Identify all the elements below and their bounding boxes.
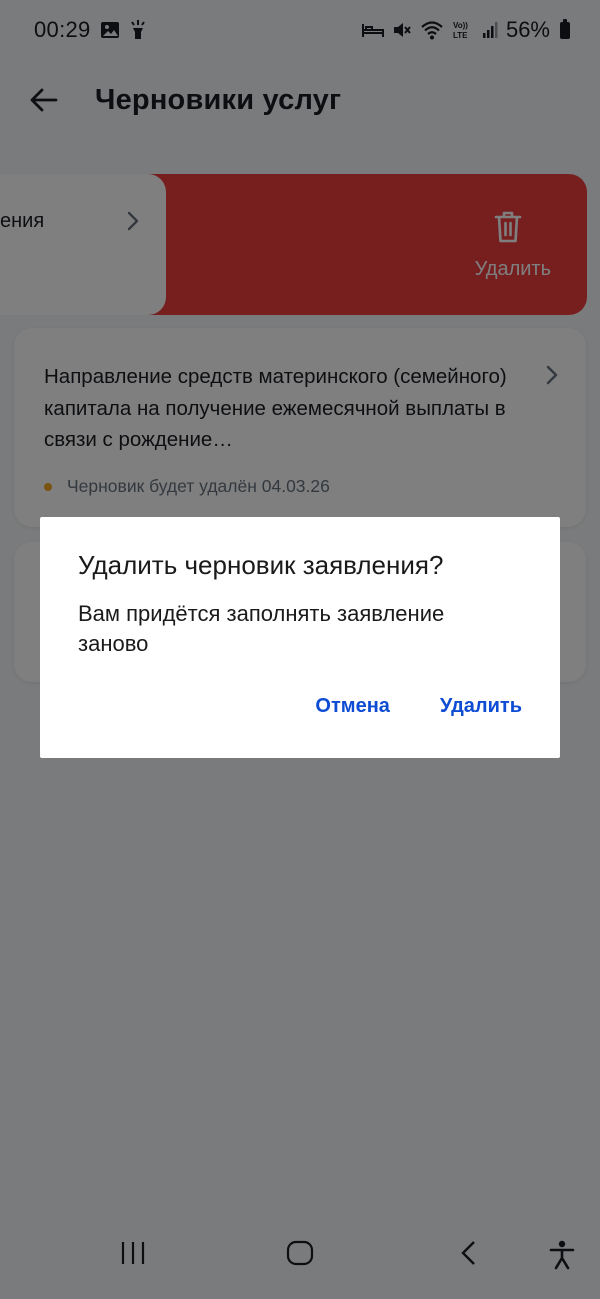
dialog-actions: Отмена Удалить — [315, 695, 522, 718]
delete-confirm-dialog: Удалить черновик заявления? Вам придётся… — [40, 517, 560, 758]
dialog-message: Вам придётся заполнять заявление заново — [78, 601, 445, 656]
dialog-title: Удалить черновик заявления? — [78, 550, 444, 580]
cancel-button[interactable]: Отмена — [315, 695, 389, 718]
confirm-delete-button[interactable]: Удалить — [440, 695, 522, 718]
